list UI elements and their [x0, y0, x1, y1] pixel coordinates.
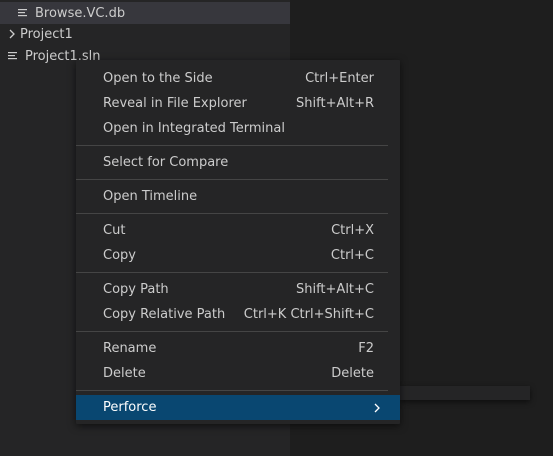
menu-separator — [76, 272, 388, 273]
menu-item-shortcut: Ctrl+C — [330, 248, 374, 263]
context-menu: Open to the Side Ctrl+Enter Reveal in Fi… — [76, 60, 400, 424]
menu-item-label: Copy Relative Path — [103, 307, 226, 322]
menu-separator — [76, 390, 388, 391]
menu-item-shortcut: F2 — [358, 341, 374, 356]
menu-item-open-to-side[interactable]: Open to the Side Ctrl+Enter — [76, 66, 388, 91]
menu-item-rename[interactable]: Rename F2 — [76, 336, 388, 361]
menu-item-label: Reveal in File Explorer — [103, 96, 247, 111]
menu-item-open-timeline[interactable]: Open Timeline — [76, 184, 388, 209]
tree-item-label: Browse.VC.db — [35, 5, 126, 21]
menu-item-copy[interactable]: Copy Ctrl+C — [76, 243, 388, 268]
menu-item-select-for-compare[interactable]: Select for Compare — [76, 150, 388, 175]
perforce-submenu — [400, 386, 530, 400]
menu-item-label: Select for Compare — [103, 155, 229, 170]
menu-item-shortcut: Shift+Alt+C — [295, 282, 374, 297]
menu-item-label: Open Timeline — [103, 189, 198, 204]
menu-item-label: Copy — [103, 248, 136, 263]
menu-item-cut[interactable]: Cut Ctrl+X — [76, 218, 388, 243]
tree-item-project1[interactable]: Project1 — [0, 23, 296, 45]
menu-item-perforce[interactable]: Perforce — [76, 395, 400, 420]
menu-item-shortcut: Delete — [331, 366, 374, 381]
menu-item-copy-relative-path[interactable]: Copy Relative Path Ctrl+K Ctrl+Shift+C — [76, 302, 388, 327]
menu-item-label: Open to the Side — [103, 71, 213, 86]
menu-separator — [76, 331, 388, 332]
menu-separator — [76, 145, 388, 146]
menu-item-label: Open in Integrated Terminal — [103, 121, 285, 136]
menu-item-label: Perforce — [103, 400, 157, 415]
chevron-right-icon — [9, 29, 15, 39]
vscode-window: Browse.VC.db Project1 Project1.sln Open … — [0, 0, 553, 456]
file-lines-icon — [18, 9, 27, 17]
file-lines-icon — [8, 52, 17, 60]
menu-item-delete[interactable]: Delete Delete — [76, 361, 388, 386]
menu-item-reveal-in-file-explorer[interactable]: Reveal in File Explorer Shift+Alt+R — [76, 91, 388, 116]
menu-item-label: Copy Path — [103, 282, 169, 297]
chevron-right-icon — [374, 403, 380, 412]
menu-item-shortcut: Ctrl+K Ctrl+Shift+C — [243, 307, 374, 322]
menu-item-label: Cut — [103, 223, 126, 238]
menu-separator — [76, 213, 388, 214]
menu-item-open-in-integrated-terminal[interactable]: Open in Integrated Terminal — [76, 116, 388, 141]
menu-item-shortcut: Ctrl+Enter — [305, 71, 374, 86]
menu-item-shortcut: Shift+Alt+R — [296, 96, 374, 111]
menu-separator — [76, 179, 388, 180]
tree-item-browse-vc-db[interactable]: Browse.VC.db — [0, 2, 306, 24]
menu-item-label: Delete — [103, 366, 146, 381]
tree-item-label: Project1 — [20, 26, 73, 42]
menu-item-copy-path[interactable]: Copy Path Shift+Alt+C — [76, 277, 388, 302]
menu-item-shortcut: Ctrl+X — [331, 223, 374, 238]
menu-item-label: Rename — [103, 341, 157, 356]
